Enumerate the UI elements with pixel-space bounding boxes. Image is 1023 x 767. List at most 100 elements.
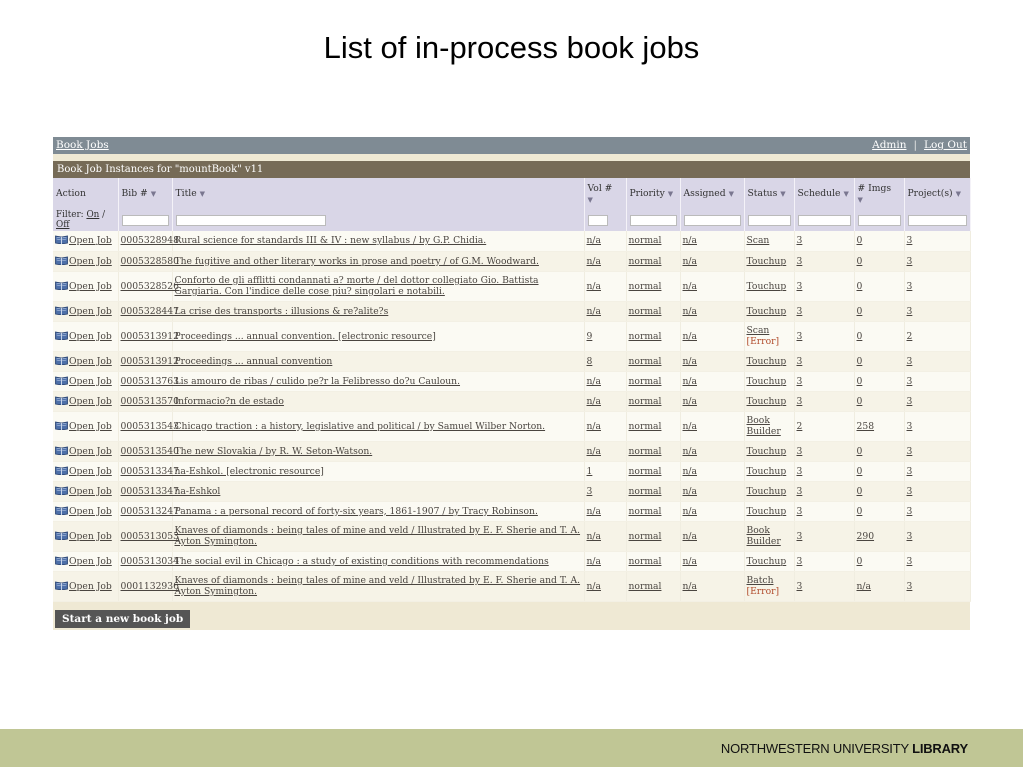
projects-link[interactable]: 3 bbox=[907, 306, 913, 317]
priority-link[interactable]: normal bbox=[629, 506, 662, 517]
bib-link[interactable]: 0005313347 bbox=[121, 486, 179, 497]
open-job-link[interactable]: Open Job bbox=[55, 581, 112, 592]
col-bib[interactable]: Bib # ▼ bbox=[118, 178, 173, 209]
vol-link[interactable]: n/a bbox=[587, 531, 602, 542]
filter-status-input[interactable] bbox=[747, 214, 791, 226]
status-link[interactable]: Touchup bbox=[747, 256, 787, 267]
vol-link[interactable]: n/a bbox=[587, 556, 602, 567]
bib-link[interactable]: 0005313540 bbox=[121, 446, 179, 457]
schedule-link[interactable]: 3 bbox=[797, 306, 803, 317]
title-link[interactable]: Rural science for standards III & IV : n… bbox=[175, 235, 487, 246]
priority-link[interactable]: normal bbox=[629, 486, 662, 497]
title-link[interactable]: Panama : a personal record of forty-six … bbox=[175, 506, 538, 517]
vol-link[interactable]: n/a bbox=[587, 281, 602, 292]
filter-assigned-input[interactable] bbox=[683, 214, 741, 226]
col-vol[interactable]: Vol # ▼ bbox=[584, 178, 627, 209]
status-link[interactable]: Book bbox=[747, 415, 770, 426]
filter-off-link[interactable]: Off bbox=[56, 220, 69, 230]
filter-vol-input[interactable] bbox=[587, 214, 608, 226]
projects-link[interactable]: 3 bbox=[907, 581, 913, 592]
projects-link[interactable]: 3 bbox=[907, 356, 913, 367]
priority-link[interactable]: normal bbox=[629, 331, 662, 342]
bib-link[interactable]: 0005328580 bbox=[121, 256, 179, 267]
assigned-link[interactable]: n/a bbox=[683, 235, 698, 246]
imgs-link[interactable]: 0 bbox=[857, 446, 863, 457]
sort-arrow-icon[interactable]: ▼ bbox=[200, 190, 205, 198]
open-job-link[interactable]: Open Job bbox=[55, 531, 112, 542]
filter-imgs-input[interactable] bbox=[857, 214, 901, 226]
col-assigned[interactable]: Assigned ▼ bbox=[680, 178, 745, 209]
assigned-link[interactable]: n/a bbox=[683, 396, 698, 407]
imgs-link[interactable]: 0 bbox=[857, 466, 863, 477]
filter-on-link[interactable]: On bbox=[86, 210, 99, 220]
imgs-link[interactable]: 0 bbox=[857, 486, 863, 497]
bib-link[interactable]: 0005328447 bbox=[121, 306, 179, 317]
col-imgs[interactable]: # Imgs ▼ bbox=[854, 178, 905, 209]
vol-link[interactable]: 9 bbox=[587, 331, 593, 342]
status-link[interactable]: Touchup bbox=[747, 466, 787, 477]
assigned-link[interactable]: n/a bbox=[683, 581, 698, 592]
sort-arrow-icon[interactable]: ▼ bbox=[668, 190, 673, 198]
projects-link[interactable]: 3 bbox=[907, 531, 913, 542]
status-link[interactable]: Batch bbox=[747, 575, 774, 586]
title-link[interactable]: The social evil in Chicago : a study of … bbox=[175, 556, 549, 567]
projects-link[interactable]: 3 bbox=[907, 421, 913, 432]
imgs-link[interactable]: 0 bbox=[857, 356, 863, 367]
col-priority[interactable]: Priority ▼ bbox=[626, 178, 681, 209]
open-job-link[interactable]: Open Job bbox=[55, 421, 112, 432]
assigned-link[interactable]: n/a bbox=[683, 421, 698, 432]
projects-link[interactable]: 3 bbox=[907, 446, 913, 457]
assigned-link[interactable]: n/a bbox=[683, 506, 698, 517]
priority-link[interactable]: normal bbox=[629, 281, 662, 292]
schedule-link[interactable]: 2 bbox=[797, 421, 803, 432]
priority-link[interactable]: normal bbox=[629, 581, 662, 592]
title-link[interactable]: The new Slovakia / by R. W. Seton-Watson… bbox=[175, 446, 373, 457]
sort-arrow-icon[interactable]: ▼ bbox=[858, 196, 863, 204]
start-new-book-job-button[interactable]: Start a new book job bbox=[55, 610, 191, 628]
bib-link[interactable]: 0001132936 bbox=[121, 581, 179, 592]
status-link[interactable]: Touchup bbox=[747, 556, 787, 567]
bib-link[interactable]: 0005313543 bbox=[121, 421, 179, 432]
imgs-link[interactable]: 0 bbox=[857, 235, 863, 246]
status-link[interactable]: Touchup bbox=[747, 356, 787, 367]
imgs-link[interactable]: 0 bbox=[857, 306, 863, 317]
schedule-link[interactable]: 3 bbox=[797, 396, 803, 407]
imgs-link[interactable]: 0 bbox=[857, 556, 863, 567]
col-projects[interactable]: Project(s) ▼ bbox=[904, 178, 971, 209]
priority-link[interactable]: normal bbox=[629, 235, 662, 246]
assigned-link[interactable]: n/a bbox=[683, 556, 698, 567]
bib-link[interactable]: 0005328526 bbox=[121, 281, 179, 292]
priority-link[interactable]: normal bbox=[629, 376, 662, 387]
bib-link[interactable]: 0005313034 bbox=[121, 556, 179, 567]
schedule-link[interactable]: 3 bbox=[797, 556, 803, 567]
projects-link[interactable]: 3 bbox=[907, 506, 913, 517]
imgs-link[interactable]: n/a bbox=[857, 581, 872, 592]
bib-link[interactable]: 0005328948 bbox=[121, 235, 179, 246]
title-link[interactable]: The fugitive and other literary works in… bbox=[175, 256, 539, 267]
vol-link[interactable]: n/a bbox=[587, 306, 602, 317]
schedule-link[interactable]: 3 bbox=[797, 235, 803, 246]
bib-link[interactable]: 0005313912 bbox=[121, 356, 179, 367]
sort-arrow-icon[interactable]: ▼ bbox=[843, 190, 848, 198]
schedule-link[interactable]: 3 bbox=[797, 446, 803, 457]
sort-arrow-icon[interactable]: ▼ bbox=[151, 190, 156, 198]
schedule-link[interactable]: 3 bbox=[797, 466, 803, 477]
vol-link[interactable]: 3 bbox=[587, 486, 593, 497]
vol-link[interactable]: n/a bbox=[587, 235, 602, 246]
priority-link[interactable]: normal bbox=[629, 556, 662, 567]
priority-link[interactable]: normal bbox=[629, 446, 662, 457]
bib-link[interactable]: 0005313053 bbox=[121, 531, 179, 542]
status-link[interactable]: Touchup bbox=[747, 396, 787, 407]
assigned-link[interactable]: n/a bbox=[683, 376, 698, 387]
col-status[interactable]: Status ▼ bbox=[744, 178, 795, 209]
filter-schedule-input[interactable] bbox=[797, 214, 851, 226]
projects-link[interactable]: 3 bbox=[907, 486, 913, 497]
title-link[interactable]: Chicago traction : a history, legislativ… bbox=[175, 421, 546, 432]
projects-link[interactable]: 3 bbox=[907, 281, 913, 292]
assigned-link[interactable]: n/a bbox=[683, 486, 698, 497]
schedule-link[interactable]: 3 bbox=[797, 331, 803, 342]
bib-link[interactable]: 0005313763 bbox=[121, 376, 179, 387]
vol-link[interactable]: n/a bbox=[587, 421, 602, 432]
admin-link[interactable]: Admin bbox=[872, 137, 906, 154]
open-job-link[interactable]: Open Job bbox=[55, 466, 112, 477]
